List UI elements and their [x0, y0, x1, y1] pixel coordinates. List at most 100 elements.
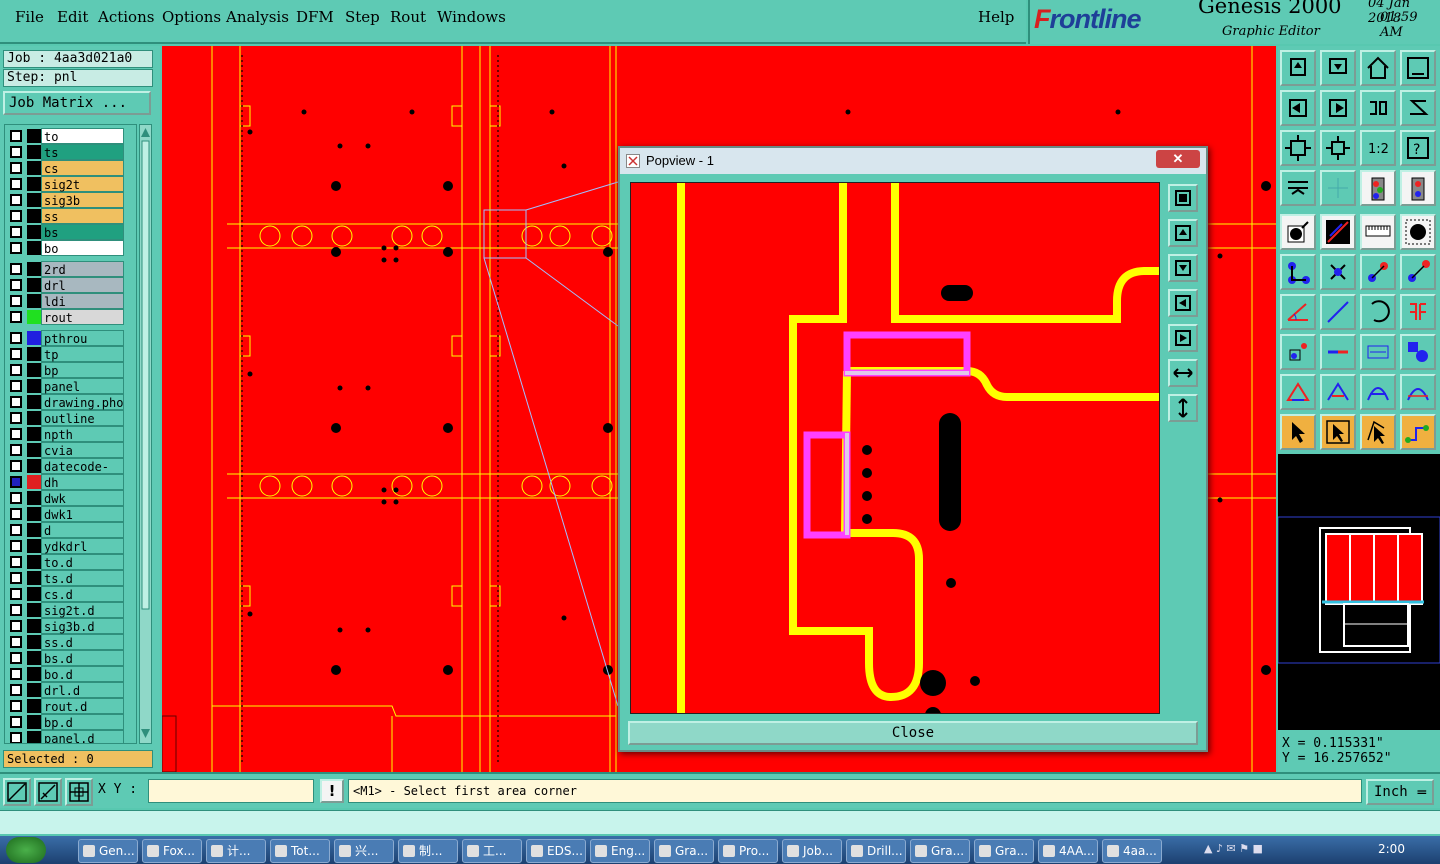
- select-path-icon[interactable]: [1400, 414, 1436, 450]
- layer-color-swatch[interactable]: [27, 161, 41, 175]
- redraw-icon[interactable]: [1400, 90, 1436, 126]
- taskbar-item[interactable]: Gra...: [974, 839, 1034, 863]
- layer-color-swatch[interactable]: [27, 731, 41, 743]
- layer-name[interactable]: rout: [41, 309, 124, 325]
- layer-name[interactable]: sig3b: [41, 192, 124, 208]
- layer-row-ldi[interactable]: ldi: [5, 293, 136, 309]
- layer-name[interactable]: sig2t.d: [41, 602, 124, 618]
- grid-icon[interactable]: [1320, 170, 1356, 206]
- taskbar-item[interactable]: Eng...: [590, 839, 650, 863]
- layer-name[interactable]: ydkdrl: [41, 538, 124, 554]
- start-button[interactable]: [6, 837, 46, 863]
- layer-row-sig3b[interactable]: sig3b: [5, 192, 136, 208]
- layer-name[interactable]: panel: [41, 378, 124, 394]
- layer-checkbox[interactable]: [10, 295, 22, 307]
- layer-checkbox[interactable]: [10, 492, 22, 504]
- layer-row-to[interactable]: to: [5, 128, 136, 144]
- popview-pan-left-icon[interactable]: [1168, 289, 1198, 317]
- layer-checkbox[interactable]: [10, 311, 22, 323]
- line-draw-icon[interactable]: [1320, 214, 1356, 250]
- layer-row-sig2t-d[interactable]: sig2t.d: [5, 602, 136, 618]
- layer-checkbox[interactable]: [10, 364, 22, 376]
- taskbar-item[interactable]: 制...: [398, 839, 458, 863]
- layer-row-2rd[interactable]: 2rd: [5, 261, 136, 277]
- connect-nodes-icon[interactable]: [1280, 254, 1316, 290]
- layer-color-swatch[interactable]: [27, 294, 41, 308]
- taskbar-item[interactable]: 4AA...: [1038, 839, 1098, 863]
- center-icon[interactable]: [1320, 130, 1356, 166]
- layer-color-swatch[interactable]: [27, 331, 41, 345]
- menu-windows[interactable]: Windows: [437, 8, 506, 26]
- layer-name[interactable]: dh: [41, 474, 124, 490]
- layer-row-cs[interactable]: cs: [5, 160, 136, 176]
- layer-color-swatch[interactable]: [27, 635, 41, 649]
- layer-name[interactable]: ldi: [41, 293, 124, 309]
- layer-name[interactable]: npth: [41, 426, 124, 442]
- angle-line-icon[interactable]: [1280, 294, 1316, 330]
- layer-color-swatch[interactable]: [27, 555, 41, 569]
- span-icon[interactable]: [1400, 374, 1436, 410]
- home-view-icon[interactable]: [1360, 50, 1396, 86]
- arc-icon[interactable]: [1360, 294, 1396, 330]
- layer-checkbox[interactable]: [10, 508, 22, 520]
- layer-row-ss[interactable]: ss: [5, 208, 136, 224]
- measure-icon[interactable]: [1360, 334, 1396, 370]
- layer-row-outline[interactable]: outline: [5, 410, 136, 426]
- layer-list-scrollbar[interactable]: [139, 124, 152, 744]
- popview-window[interactable]: Popview - 1 ✕ Close: [618, 146, 1208, 752]
- layer-name[interactable]: bp.d: [41, 714, 124, 730]
- pad-add-icon[interactable]: [1280, 334, 1316, 370]
- layer-color-swatch[interactable]: [27, 603, 41, 617]
- layer-color-swatch[interactable]: [27, 699, 41, 713]
- select-touch-icon[interactable]: [1360, 414, 1396, 450]
- layer-color-swatch[interactable]: [27, 262, 41, 276]
- layer-checkbox[interactable]: [10, 460, 22, 472]
- taskbar-item[interactable]: Job...: [782, 839, 842, 863]
- layer-color-swatch[interactable]: [27, 209, 41, 223]
- taskbar-item[interactable]: Fox...: [142, 839, 202, 863]
- move-point-icon[interactable]: [1400, 254, 1436, 290]
- layer-name[interactable]: bs: [41, 224, 124, 240]
- zoom-home-icon[interactable]: [1280, 50, 1316, 86]
- layer-color-swatch[interactable]: [27, 193, 41, 207]
- layer-name[interactable]: bo: [41, 240, 124, 256]
- layer-color-swatch[interactable]: [27, 145, 41, 159]
- menu-help[interactable]: Help: [978, 8, 1014, 26]
- layer-name[interactable]: outline: [41, 410, 124, 426]
- layer-checkbox[interactable]: [10, 396, 22, 408]
- layer-color-swatch[interactable]: [27, 225, 41, 239]
- scale-1-2-icon[interactable]: 1:2: [1360, 130, 1396, 166]
- layer-checkbox[interactable]: [10, 210, 22, 222]
- layer-color-swatch[interactable]: [27, 587, 41, 601]
- layer-checkbox[interactable]: [10, 242, 22, 254]
- layer-checkbox[interactable]: [10, 636, 22, 648]
- layer-checkbox[interactable]: [10, 444, 22, 456]
- layer-checkbox[interactable]: [10, 588, 22, 600]
- bridge-icon[interactable]: [1360, 374, 1396, 410]
- layer-color-swatch[interactable]: [27, 507, 41, 521]
- layer-row-bo[interactable]: bo: [5, 240, 136, 256]
- layer-row-ydkdrl[interactable]: ydkdrl: [5, 538, 136, 554]
- arc-fillet-icon[interactable]: [1320, 374, 1356, 410]
- zoom-in-icon[interactable]: [1320, 50, 1356, 86]
- layer-color-swatch[interactable]: [27, 241, 41, 255]
- layer-checkbox[interactable]: [10, 684, 22, 696]
- layer-checkbox[interactable]: [10, 263, 22, 275]
- taskbar-item[interactable]: Pro...: [718, 839, 778, 863]
- cut-line-icon[interactable]: [1320, 334, 1356, 370]
- pan-left-icon[interactable]: [1280, 90, 1316, 126]
- layer-checkbox[interactable]: [10, 732, 22, 743]
- layer-checkbox[interactable]: [10, 226, 22, 238]
- layer-color-swatch[interactable]: [27, 619, 41, 633]
- layer-name[interactable]: bp: [41, 362, 124, 378]
- select-box-icon[interactable]: [1320, 414, 1356, 450]
- layer-row-bs[interactable]: bs: [5, 224, 136, 240]
- layer-name[interactable]: drl: [41, 277, 124, 293]
- layer-color-swatch[interactable]: [27, 651, 41, 665]
- layer-color-swatch[interactable]: [27, 411, 41, 425]
- slope-line-icon[interactable]: [1320, 294, 1356, 330]
- layer-name[interactable]: ts: [41, 144, 124, 160]
- layer-row-ts-d[interactable]: ts.d: [5, 570, 136, 586]
- layer-name[interactable]: 2rd: [41, 261, 124, 277]
- layer-name[interactable]: drawing.pho: [41, 394, 124, 410]
